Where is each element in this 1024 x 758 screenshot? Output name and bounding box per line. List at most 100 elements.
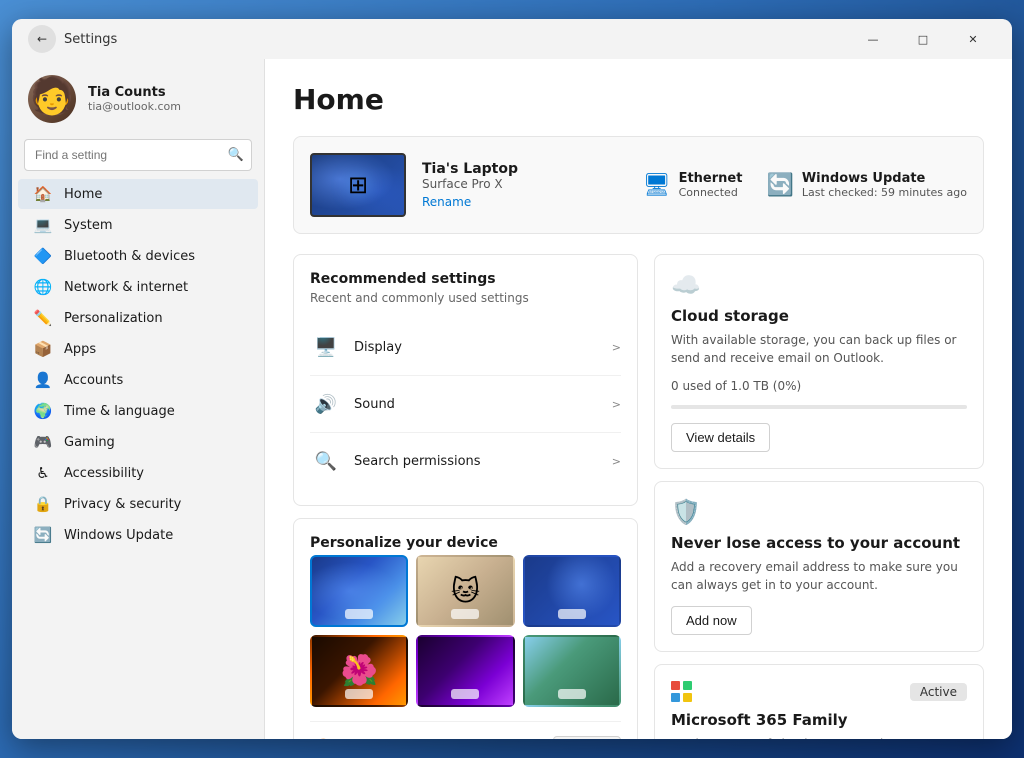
wallpaper-grid — [310, 555, 621, 707]
ms365-title: Microsoft 365 Family — [671, 711, 967, 729]
sidebar-label-home: Home — [64, 187, 102, 202]
minimize-button[interactable]: — — [850, 23, 896, 55]
gaming-nav-icon: 🎮 — [34, 433, 52, 451]
cloud-storage-card: ☁️ Cloud storage With available storage,… — [654, 254, 984, 469]
ms365-logo-icon — [671, 681, 693, 703]
cloud-storage-desc: With available storage, you can back up … — [671, 331, 967, 367]
user-email: tia@outlook.com — [88, 100, 248, 113]
update-icon: 🔄 — [766, 173, 793, 198]
rename-link[interactable]: Rename — [422, 195, 471, 209]
personalize-title: Personalize your device — [310, 535, 621, 551]
ethernet-sub: Connected — [679, 186, 743, 199]
account-security-card: 🛡️ Never lose access to your account Add… — [654, 481, 984, 652]
search-box: 🔍 — [24, 139, 252, 171]
item-chevron-icon: > — [612, 341, 621, 354]
sidebar-item-apps[interactable]: 📦 Apps — [18, 334, 258, 364]
sidebar-item-update[interactable]: 🔄 Windows Update — [18, 520, 258, 550]
item-chevron-icon: > — [612, 398, 621, 411]
update-nav-icon: 🔄 — [34, 526, 52, 544]
nav-list: 🏠 Home💻 System🔷 Bluetooth & devices🌐 Net… — [12, 179, 264, 550]
color-mode-dropdown[interactable]: Light ▼ — [553, 736, 621, 740]
view-details-button[interactable]: View details — [671, 423, 770, 452]
settings-item-search-permissions[interactable]: 🔍 Search permissions > — [310, 433, 621, 489]
sidebar-item-accounts[interactable]: 👤 Accounts — [18, 365, 258, 395]
sidebar-label-bluetooth: Bluetooth & devices — [64, 249, 195, 264]
window-controls: — □ ✕ — [850, 23, 996, 55]
wallpaper-4[interactable] — [310, 635, 408, 707]
home-nav-icon: 🏠 — [34, 185, 52, 203]
sidebar-label-personalization: Personalization — [64, 311, 163, 326]
wallpaper-2[interactable] — [416, 555, 514, 627]
ethernet-status: 🖥 Ethernet Connected — [643, 171, 743, 199]
apps-nav-icon: 📦 — [34, 340, 52, 358]
item-icon: 🔍 — [310, 445, 342, 477]
back-button[interactable]: ← — [28, 25, 56, 53]
sidebar-item-time[interactable]: 🌍 Time & language — [18, 396, 258, 426]
network-nav-icon: 🌐 — [34, 278, 52, 296]
right-column: ☁️ Cloud storage With available storage,… — [654, 254, 984, 739]
accessibility-nav-icon: ♿ — [34, 464, 52, 482]
ethernet-text: Ethernet Connected — [679, 171, 743, 199]
item-chevron-icon: > — [612, 455, 621, 468]
update-status: 🔄 Windows Update Last checked: 59 minute… — [766, 171, 967, 199]
maximize-button[interactable]: □ — [900, 23, 946, 55]
user-name: Tia Counts — [88, 85, 248, 100]
device-thumbnail: ⊞ — [310, 153, 406, 217]
close-button[interactable]: ✕ — [950, 23, 996, 55]
add-now-button[interactable]: Add now — [671, 606, 752, 635]
active-badge: Active — [910, 683, 967, 701]
settings-item-sound[interactable]: 🔊 Sound > — [310, 376, 621, 433]
time-nav-icon: 🌍 — [34, 402, 52, 420]
ms365-header: Active — [671, 681, 967, 703]
sidebar-item-accessibility[interactable]: ♿ Accessibility — [18, 458, 258, 488]
item-icon: 🔊 — [310, 388, 342, 420]
page-title: Home — [293, 83, 984, 116]
sidebar-item-network[interactable]: 🌐 Network & internet — [18, 272, 258, 302]
item-label: Display — [354, 340, 612, 355]
sidebar: Tia Counts tia@outlook.com 🔍 🏠 Home💻 Sys… — [12, 59, 264, 739]
sidebar-item-home[interactable]: 🏠 Home — [18, 179, 258, 209]
color-mode-row[interactable]: 🎨 Color mode Light ▼ — [310, 721, 621, 739]
sidebar-label-network: Network & internet — [64, 280, 188, 295]
wallpaper-1[interactable] — [310, 555, 408, 627]
recommended-title: Recommended settings — [310, 271, 621, 287]
update-text: Windows Update Last checked: 59 minutes … — [802, 171, 967, 199]
sidebar-label-update: Windows Update — [64, 528, 173, 543]
left-column: Recommended settings Recent and commonly… — [293, 254, 638, 739]
wallpaper-6[interactable] — [523, 635, 621, 707]
search-input[interactable] — [24, 139, 252, 171]
ms365-desc: You have 1 TB of cloud storage and can u… — [671, 735, 967, 739]
device-status-group: 🖥 Ethernet Connected 🔄 Windows Update La… — [643, 171, 967, 199]
storage-bar — [671, 405, 967, 409]
sidebar-item-system[interactable]: 💻 System — [18, 210, 258, 240]
sidebar-item-gaming[interactable]: 🎮 Gaming — [18, 427, 258, 457]
avatar — [28, 75, 76, 123]
privacy-nav-icon: 🔒 — [34, 495, 52, 513]
microsoft365-card: Active Microsoft 365 Family You have 1 T… — [654, 664, 984, 739]
sidebar-label-accessibility: Accessibility — [64, 466, 144, 481]
window-title: Settings — [64, 32, 850, 47]
sidebar-item-personalization[interactable]: ✏️ Personalization — [18, 303, 258, 333]
ethernet-label: Ethernet — [679, 171, 743, 186]
sidebar-item-bluetooth[interactable]: 🔷 Bluetooth & devices — [18, 241, 258, 271]
sidebar-item-privacy[interactable]: 🔒 Privacy & security — [18, 489, 258, 519]
shield-icon: 🛡️ — [671, 498, 967, 526]
sidebar-label-time: Time & language — [64, 404, 175, 419]
settings-window: ← Settings — □ ✕ Tia Counts tia@outlook.… — [12, 19, 1012, 739]
sidebar-label-privacy: Privacy & security — [64, 497, 181, 512]
system-nav-icon: 💻 — [34, 216, 52, 234]
wallpaper-5[interactable] — [416, 635, 514, 707]
settings-item-display[interactable]: 🖥️ Display > — [310, 319, 621, 376]
wallpaper-3[interactable] — [523, 555, 621, 627]
user-profile[interactable]: Tia Counts tia@outlook.com — [12, 67, 264, 135]
search-icon: 🔍 — [228, 148, 244, 163]
main-layout: Tia Counts tia@outlook.com 🔍 🏠 Home💻 Sys… — [12, 59, 1012, 739]
cloud-storage-icon: ☁️ — [671, 271, 967, 299]
accounts-nav-icon: 👤 — [34, 371, 52, 389]
two-col-layout: Recommended settings Recent and commonly… — [293, 254, 984, 739]
device-name: Tia's Laptop — [422, 161, 627, 177]
account-security-title: Never lose access to your account — [671, 534, 967, 552]
windows-logo-icon: ⊞ — [348, 171, 368, 199]
settings-items-list: 🖥️ Display >🔊 Sound >🔍 Search permission… — [310, 319, 621, 489]
personalization-nav-icon: ✏️ — [34, 309, 52, 327]
